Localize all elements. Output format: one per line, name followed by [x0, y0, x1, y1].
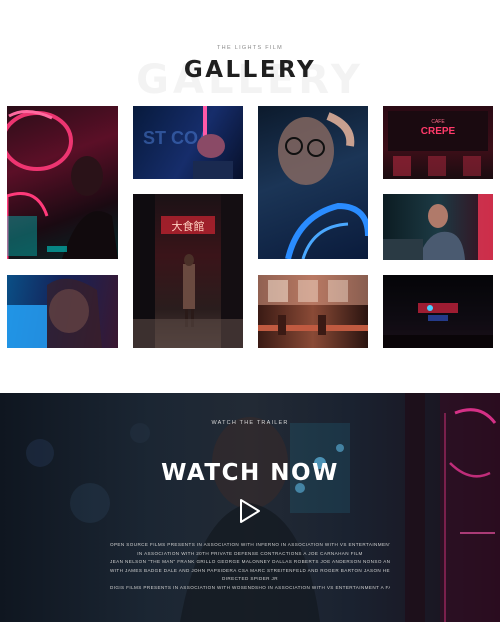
- gallery-photo-neon-hand[interactable]: ST COA: [133, 106, 243, 179]
- play-trailer-button[interactable]: [238, 498, 262, 524]
- credits-line: JEAN NELSON "THE MAN" FRANK GRILLO GEORG…: [110, 559, 390, 564]
- gallery-title: GALLERY: [183, 57, 317, 83]
- photo-neon-hand-image: ST COA: [143, 106, 233, 179]
- gallery-photo-night-street[interactable]: [383, 275, 493, 348]
- credits-line: DIRECTED SPIDER JR: [222, 576, 278, 581]
- gallery-header: GALLERY THE LIGHTS FILM GALLERY: [0, 0, 500, 100]
- svg-text:CAFE: CAFE: [431, 119, 445, 125]
- photo-glasses-man-image: [278, 112, 368, 259]
- photo-diner-image: [258, 275, 368, 335]
- photo-night-street-image: [383, 303, 493, 348]
- watch-now-title: WATCH NOW: [161, 460, 339, 486]
- gallery-eyebrow: THE LIGHTS FILM: [217, 45, 283, 51]
- credits-line: IN ASSOCIATION WITH 20th PRIVATE DEFENSE…: [137, 550, 363, 556]
- gallery-photo-bar-man[interactable]: [383, 194, 493, 260]
- gallery-photo-blue-portrait[interactable]: [7, 275, 118, 348]
- gallery-photo-neon-bar[interactable]: [7, 106, 118, 259]
- gallery-photo-diner[interactable]: [258, 275, 368, 348]
- film-credits: OPEN SOURCE FILMS PRESENTS IN ASSOCIATIO…: [110, 541, 390, 592]
- gallery-photo-neon-alley[interactable]: 大食館: [133, 194, 243, 348]
- svg-text:大食館: 大食館: [172, 219, 205, 233]
- gallery-photo-glasses-man[interactable]: [258, 106, 368, 259]
- photo-bar-man-image: [383, 194, 493, 260]
- trailer-section: WATCH THE TRAILER WATCH NOW OPEN SOURCE …: [0, 393, 500, 622]
- play-icon: [240, 499, 260, 523]
- credits-line: WITH JAMES BADGE DALE AND JOHN PAPSIDERA…: [110, 567, 390, 573]
- trailer-kicker: WATCH THE TRAILER: [211, 420, 289, 426]
- svg-text:CREPE: CREPE: [421, 126, 456, 137]
- photo-neon-bar-image: [7, 110, 118, 259]
- credits-line: OPEN SOURCE FILMS PRESENTS IN ASSOCIATIO…: [110, 542, 390, 547]
- credits-line: DIGIS FILMS PRESENTS IN ASSOCIATION WITH…: [110, 584, 390, 590]
- photo-blue-portrait-image: [7, 278, 102, 348]
- gallery-photo-cafe-neon[interactable]: CREPE CAFE: [383, 106, 493, 179]
- photo-cafe-neon-image: CREPE CAFE: [388, 111, 488, 176]
- photo-neon-alley-image: 大食館: [133, 194, 243, 348]
